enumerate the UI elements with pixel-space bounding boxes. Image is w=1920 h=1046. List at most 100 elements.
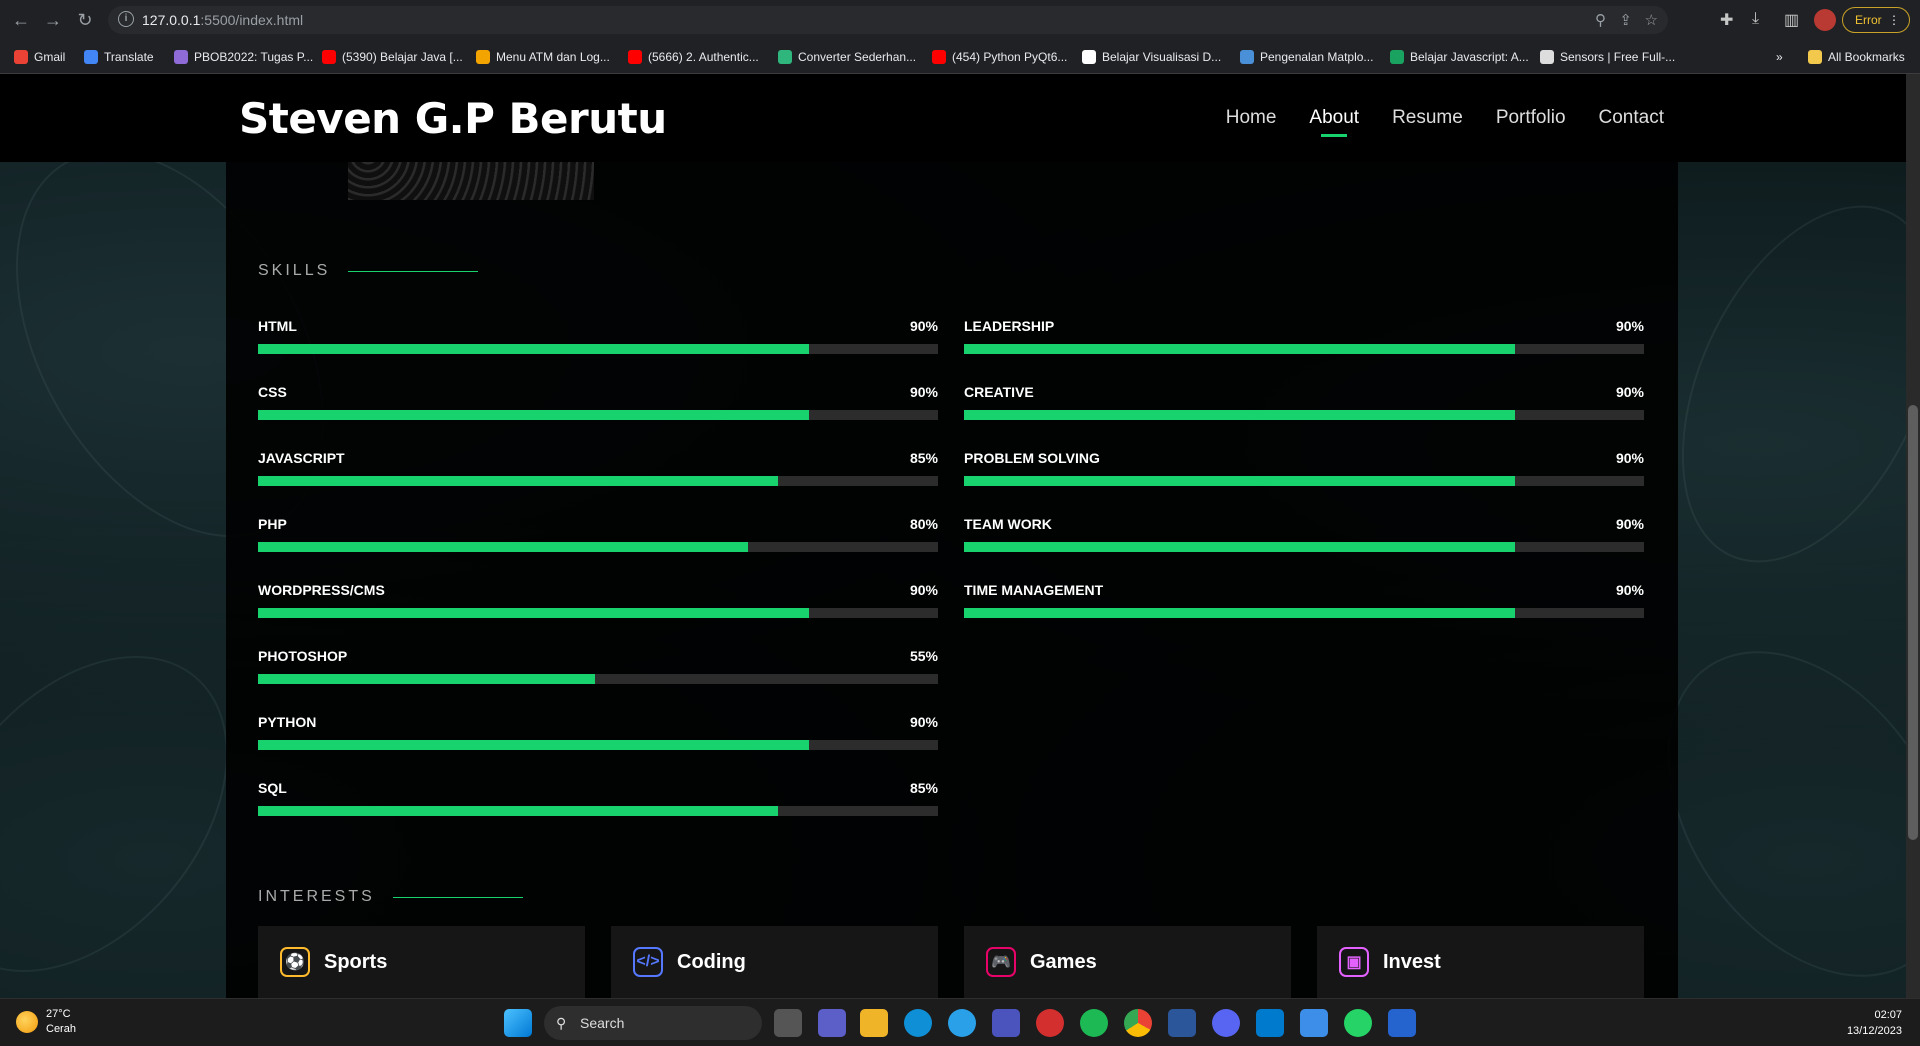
skill-progress-fill (258, 740, 809, 750)
scrollbar-thumb[interactable] (1908, 405, 1918, 840)
skill-javascript: JAVASCRIPT 85% (258, 450, 938, 490)
site-info-icon[interactable]: i (118, 11, 134, 27)
skill-progress-track (964, 542, 1644, 552)
app-icon[interactable] (948, 1009, 976, 1037)
skill-progress-fill (964, 344, 1515, 354)
skill-html: HTML 90% (258, 318, 938, 358)
skill-percent: 90% (1615, 582, 1644, 598)
nav-contact[interactable]: Contact (1599, 107, 1664, 129)
bookmark-item[interactable]: Pengenalan Matplo... (1240, 48, 1373, 66)
reload-icon[interactable]: ↻ (74, 9, 96, 31)
vscode-icon[interactable] (1256, 1009, 1284, 1037)
taskbar-search[interactable]: ⚲ Search (544, 1006, 762, 1040)
nav-resume[interactable]: Resume (1392, 107, 1463, 129)
app-icon[interactable] (1036, 1009, 1064, 1037)
site-logo[interactable]: Steven G.P Berutu (239, 94, 667, 143)
word-icon[interactable] (1168, 1009, 1196, 1037)
skill-name: SQL (258, 780, 287, 796)
whatsapp-icon[interactable] (1344, 1009, 1372, 1037)
bookmark-item[interactable]: Belajar Visualisasi D... (1082, 48, 1221, 66)
interests-heading: INTERESTS (258, 888, 523, 906)
extensions-icon[interactable]: ✚ (1720, 10, 1733, 30)
app-icon[interactable] (1300, 1009, 1328, 1037)
chat-icon[interactable] (818, 1009, 846, 1037)
chrome-icon[interactable] (1124, 1009, 1152, 1037)
download-icon[interactable]: ⤓ (1752, 10, 1759, 28)
bookmark-item[interactable]: Menu ATM dan Log... (476, 48, 610, 66)
bookmark-favicon-icon (476, 50, 490, 64)
skill-progress-fill (964, 476, 1515, 486)
spotify-icon[interactable] (1080, 1009, 1108, 1037)
bookmark-item[interactable]: (454) Python PyQt6... (932, 48, 1067, 66)
skill-progress-track (258, 806, 938, 816)
bookmark-item[interactable]: PBOB2022: Tugas P... (174, 48, 313, 66)
weather-widget[interactable]: 27°C Cerah (16, 1007, 76, 1037)
bookmark-item[interactable]: (5666) 2. Authentic... (628, 48, 759, 66)
weather-temp: 27°C (46, 1008, 71, 1020)
bookmark-label: Pengenalan Matplo... (1260, 50, 1374, 64)
bookmark-favicon-icon (322, 50, 336, 64)
all-bookmarks-button[interactable]: All Bookmarks (1808, 48, 1905, 66)
skill-name: TIME MANAGEMENT (964, 582, 1104, 598)
skill-css: CSS 90% (258, 384, 938, 424)
back-icon[interactable]: ← (10, 9, 32, 31)
file-explorer-icon[interactable] (860, 1009, 888, 1037)
skill-team-work: TEAM WORK 90% (964, 516, 1644, 556)
bookmark-label: Belajar Visualisasi D... (1102, 50, 1222, 64)
bookmark-item[interactable]: Gmail (14, 48, 65, 66)
share-icon[interactable]: ⇪ (1619, 11, 1632, 29)
nav-about[interactable]: About (1309, 107, 1359, 137)
edge-icon[interactable] (904, 1009, 932, 1037)
skill-name: JAVASCRIPT (258, 450, 345, 466)
browser-chrome: ← → ↻ i 127.0.0.1:5500/index.html ⚲ ⇪ ☆ … (0, 0, 1920, 74)
task-view-icon[interactable] (774, 1009, 802, 1037)
nav-home[interactable]: Home (1226, 107, 1277, 129)
interest-label: Invest (1383, 950, 1441, 973)
bookmark-item[interactable]: (5390) Belajar Java [... (322, 48, 463, 66)
skill-percent: 90% (1615, 318, 1644, 334)
skill-progress-track (258, 740, 938, 750)
forward-icon[interactable]: → (42, 9, 64, 31)
skill-name: PHOTOSHOP (258, 648, 348, 664)
side-panel-icon[interactable]: ▥ (1784, 10, 1799, 30)
bookmark-item[interactable]: Belajar Javascript: A... (1390, 48, 1529, 66)
skill-wordpress-cms: WORDPRESS/CMS 90% (258, 582, 938, 622)
error-button[interactable]: Error ⋮ (1842, 7, 1910, 33)
skill-name: CSS (258, 384, 287, 400)
url-text: 127.0.0.1:5500/index.html (142, 12, 303, 28)
bookmark-favicon-icon (628, 50, 642, 64)
interests-title: INTERESTS (258, 888, 375, 905)
skill-progress-track (258, 542, 938, 552)
skill-name: PROBLEM SOLVING (964, 450, 1100, 466)
bookmarks-overflow-icon[interactable]: » (1776, 48, 1783, 66)
start-icon[interactable] (504, 1009, 532, 1037)
skill-percent: 90% (909, 714, 938, 730)
todo-icon[interactable] (1388, 1009, 1416, 1037)
discord-icon[interactable] (1212, 1009, 1240, 1037)
search-icon: ⚲ (556, 1015, 567, 1031)
system-clock[interactable]: 02:07 13/12/2023 (1847, 1007, 1902, 1039)
skill-name: WORDPRESS/CMS (258, 582, 385, 598)
weather-condition: Cerah (46, 1023, 76, 1035)
bookmark-item[interactable]: Sensors | Free Full-... (1540, 48, 1675, 66)
skill-progress-track (258, 344, 938, 354)
url-field[interactable]: i 127.0.0.1:5500/index.html ⚲ ⇪ ☆ (108, 6, 1668, 34)
clock-date: 13/12/2023 (1846, 1025, 1902, 1037)
zoom-icon[interactable]: ⚲ (1595, 11, 1606, 29)
star-icon[interactable]: ☆ (1645, 11, 1658, 29)
skill-percent: 90% (1615, 450, 1644, 466)
nav-portfolio[interactable]: Portfolio (1496, 107, 1566, 129)
about-section: SKILLS HTML 90% CSS 90% JAVASCRIPT 85% PHP 80% W… (226, 74, 1678, 998)
profile-avatar[interactable] (1814, 9, 1836, 31)
bookmark-item[interactable]: Converter Sederhan... (778, 48, 916, 66)
bookmark-label: Gmail (34, 50, 66, 64)
bookmark-item[interactable]: Translate (84, 48, 154, 66)
skill-percent: 90% (1615, 516, 1644, 532)
address-bar-row: ← → ↻ i 127.0.0.1:5500/index.html ⚲ ⇪ ☆ … (0, 0, 1920, 40)
more-icon[interactable]: ⋮ (1888, 8, 1900, 32)
skill-name: HTML (258, 318, 297, 334)
bookmark-favicon-icon (84, 50, 98, 64)
clock-time: 02:07 (1874, 1009, 1902, 1021)
teams-icon[interactable] (992, 1009, 1020, 1037)
skill-progress-track (964, 608, 1644, 618)
